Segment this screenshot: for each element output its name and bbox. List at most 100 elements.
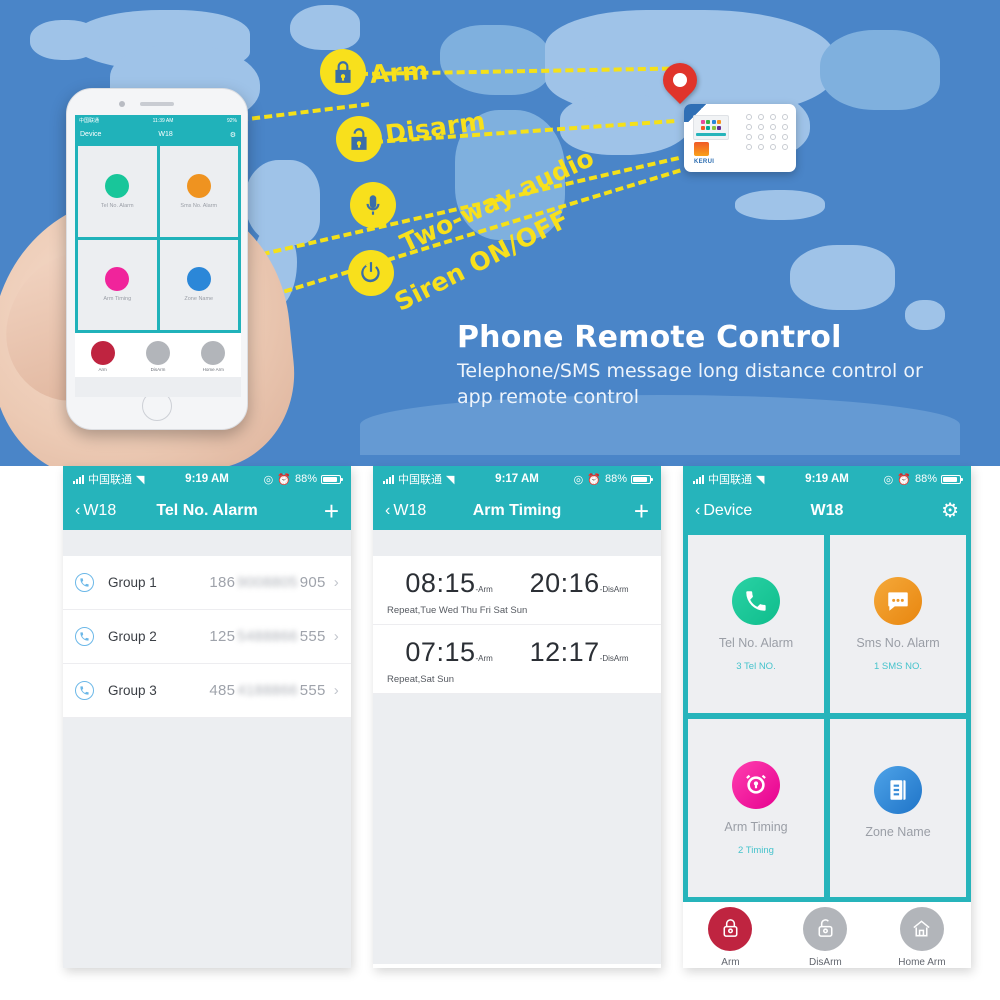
carrier-label: 中国联通 — [88, 474, 132, 486]
phone-status-bar: 中国联通 11:39 AM 92% — [75, 115, 241, 126]
battery-percent: 88% — [294, 473, 318, 485]
back-label: W18 — [393, 502, 427, 519]
battery-icon — [941, 474, 964, 484]
disarm-time: 12:17 — [529, 637, 600, 667]
list-spacer — [373, 530, 661, 556]
card-zone-name[interactable]: Zone Name — [830, 719, 966, 897]
phone-number-value: 485 4188866 555 › — [209, 682, 339, 699]
home-icon — [201, 341, 226, 365]
location-icon: ◎ — [883, 473, 894, 486]
lock-closed-icon — [90, 341, 115, 365]
table-row[interactable]: Group 1 186 9008805 905 › — [63, 556, 351, 610]
gear-icon[interactable]: ⚙ — [941, 501, 959, 521]
group-label: Group 2 — [108, 629, 157, 644]
battery-percent: 92% — [227, 117, 238, 124]
phone-card[interactable]: Zone Name — [159, 239, 238, 330]
feature-badge-arm — [320, 49, 366, 95]
document-icon — [186, 267, 211, 292]
phone-disarm-button[interactable]: DisArm — [145, 341, 170, 372]
lock-open-icon — [145, 341, 170, 365]
nav-bar: ‹ Device W18 ⚙ — [683, 492, 971, 530]
repeat-label: Repeat,Tue Wed Thu Fri Sat Sun — [387, 605, 528, 616]
message-icon — [874, 576, 922, 625]
gear-icon[interactable]: ⚙ — [230, 131, 236, 139]
add-button[interactable]: + — [324, 498, 339, 524]
repeat-label: Repeat,Sat Sun — [387, 674, 455, 685]
nav-back[interactable]: Device — [80, 131, 101, 138]
alarm-clock-icon — [105, 267, 130, 292]
add-button[interactable]: + — [634, 498, 649, 524]
group-label: Group 1 — [108, 575, 157, 590]
empty-list-area — [63, 718, 351, 968]
phone-card[interactable]: Arm Timing — [78, 239, 157, 330]
phone-arm-button[interactable]: Arm — [90, 341, 115, 372]
carrier-label: 中国联通 — [79, 118, 100, 124]
chevron-right-icon: › — [333, 574, 339, 591]
phone-button-label: DisArm — [150, 367, 166, 372]
timing-item[interactable]: 07:15-Arm 12:17-DisArm Repeat,Sat Sun — [373, 625, 661, 694]
home-arm-button[interactable]: Home Arm — [898, 906, 946, 968]
number-suffix: 905 — [299, 574, 326, 591]
arm-time: 08:15 — [405, 568, 476, 598]
phone-card[interactable]: Tel No. Alarm — [78, 146, 157, 237]
disarm-button[interactable]: DisArm — [803, 906, 848, 968]
back-button[interactable]: ‹ Device — [695, 502, 752, 520]
wifi-icon: ◥ — [756, 473, 765, 486]
status-bar: 中国联通 ◥ 9:19 AM ◎ ⏰ 88% — [683, 466, 971, 492]
disarm-suffix: -DisArm — [599, 654, 629, 663]
device-bottom-bar: Arm DisArm Home Arm — [683, 902, 971, 968]
phone-card-label: Sms No. Alarm — [180, 202, 218, 209]
alarm-icon: ⏰ — [587, 473, 601, 486]
carrier-label: 中国联通 — [398, 474, 442, 486]
document-icon — [874, 766, 922, 814]
lock-closed-icon — [708, 906, 753, 951]
status-time: 11:39 AM — [152, 117, 174, 124]
hero-banner: Arm Disarm Two-way audio Siren ON/OFF KE… — [0, 0, 1000, 466]
status-bar: 中国联通 ◥ 9:17 AM ◎ ⏰ 88% — [373, 466, 661, 492]
arm-time: 07:15 — [405, 637, 476, 667]
phone-icon — [75, 573, 94, 592]
alarm-clock-icon — [732, 760, 780, 809]
button-label: Arm — [721, 956, 740, 968]
location-icon: ◎ — [263, 473, 274, 486]
table-row[interactable]: Group 2 125 5488866 555 › — [63, 610, 351, 664]
group-label: Group 3 — [108, 683, 157, 698]
arm-button[interactable]: Arm — [708, 906, 753, 968]
phone-card-label: Tel No. Alarm — [100, 202, 134, 209]
table-row[interactable]: Group 3 485 4188866 555 › — [63, 664, 351, 718]
panel-brand-logo: KERUI — [694, 159, 715, 165]
back-label: W18 — [83, 502, 117, 519]
card-sms-no-alarm[interactable]: Sms No. Alarm 1 SMS NO. — [830, 535, 966, 713]
nav-bar: ‹ W18 Arm Timing + — [373, 492, 661, 530]
status-time: 9:19 AM — [805, 473, 849, 485]
phone-card-label: Zone Name — [184, 296, 214, 303]
list-spacer — [63, 530, 351, 556]
phone-screen: 中国联通 11:39 AM 92% Device W18 ⚙ Tel No. A… — [75, 115, 241, 397]
status-time: 9:19 AM — [185, 473, 229, 485]
carrier-label: 中国联通 — [708, 474, 752, 486]
card-sublabel: 1 SMS NO. — [873, 660, 923, 672]
arm-suffix: -Arm — [475, 654, 493, 663]
phone-card[interactable]: Sms No. Alarm — [159, 146, 238, 237]
panel-keypad — [746, 114, 788, 150]
disarm-suffix: -DisArm — [599, 585, 629, 594]
button-label: Home Arm — [898, 956, 946, 968]
chevron-left-icon: ‹ — [695, 502, 701, 519]
card-arm-timing[interactable]: Arm Timing 2 Timing — [688, 719, 824, 897]
phone-home-arm-button[interactable]: Home Arm — [201, 341, 226, 372]
back-button[interactable]: ‹ W18 — [75, 502, 116, 520]
back-button[interactable]: ‹ W18 — [385, 502, 426, 520]
number-prefix: 186 — [209, 574, 236, 591]
feature-badge-siren — [348, 250, 394, 296]
timing-item[interactable]: 08:15-Arm 20:16-DisArm Repeat,Tue Wed Th… — [373, 556, 661, 625]
phone-card-grid: Tel No. Alarm Sms No. Alarm Arm Timing Z… — [75, 143, 241, 333]
disarm-time: 20:16 — [529, 568, 600, 598]
device-card-grid: Tel No. Alarm 3 Tel NO. Sms No. Alarm 1 … — [683, 530, 971, 902]
phone-camera — [119, 101, 125, 107]
battery-icon — [631, 474, 654, 484]
card-tel-no-alarm[interactable]: Tel No. Alarm 3 Tel NO. — [688, 535, 824, 713]
phone-button-label: Home Arm — [202, 367, 224, 372]
feature-badge-disarm — [336, 116, 382, 162]
phone-icon — [75, 627, 94, 646]
number-masked: 9008805 — [237, 574, 298, 591]
